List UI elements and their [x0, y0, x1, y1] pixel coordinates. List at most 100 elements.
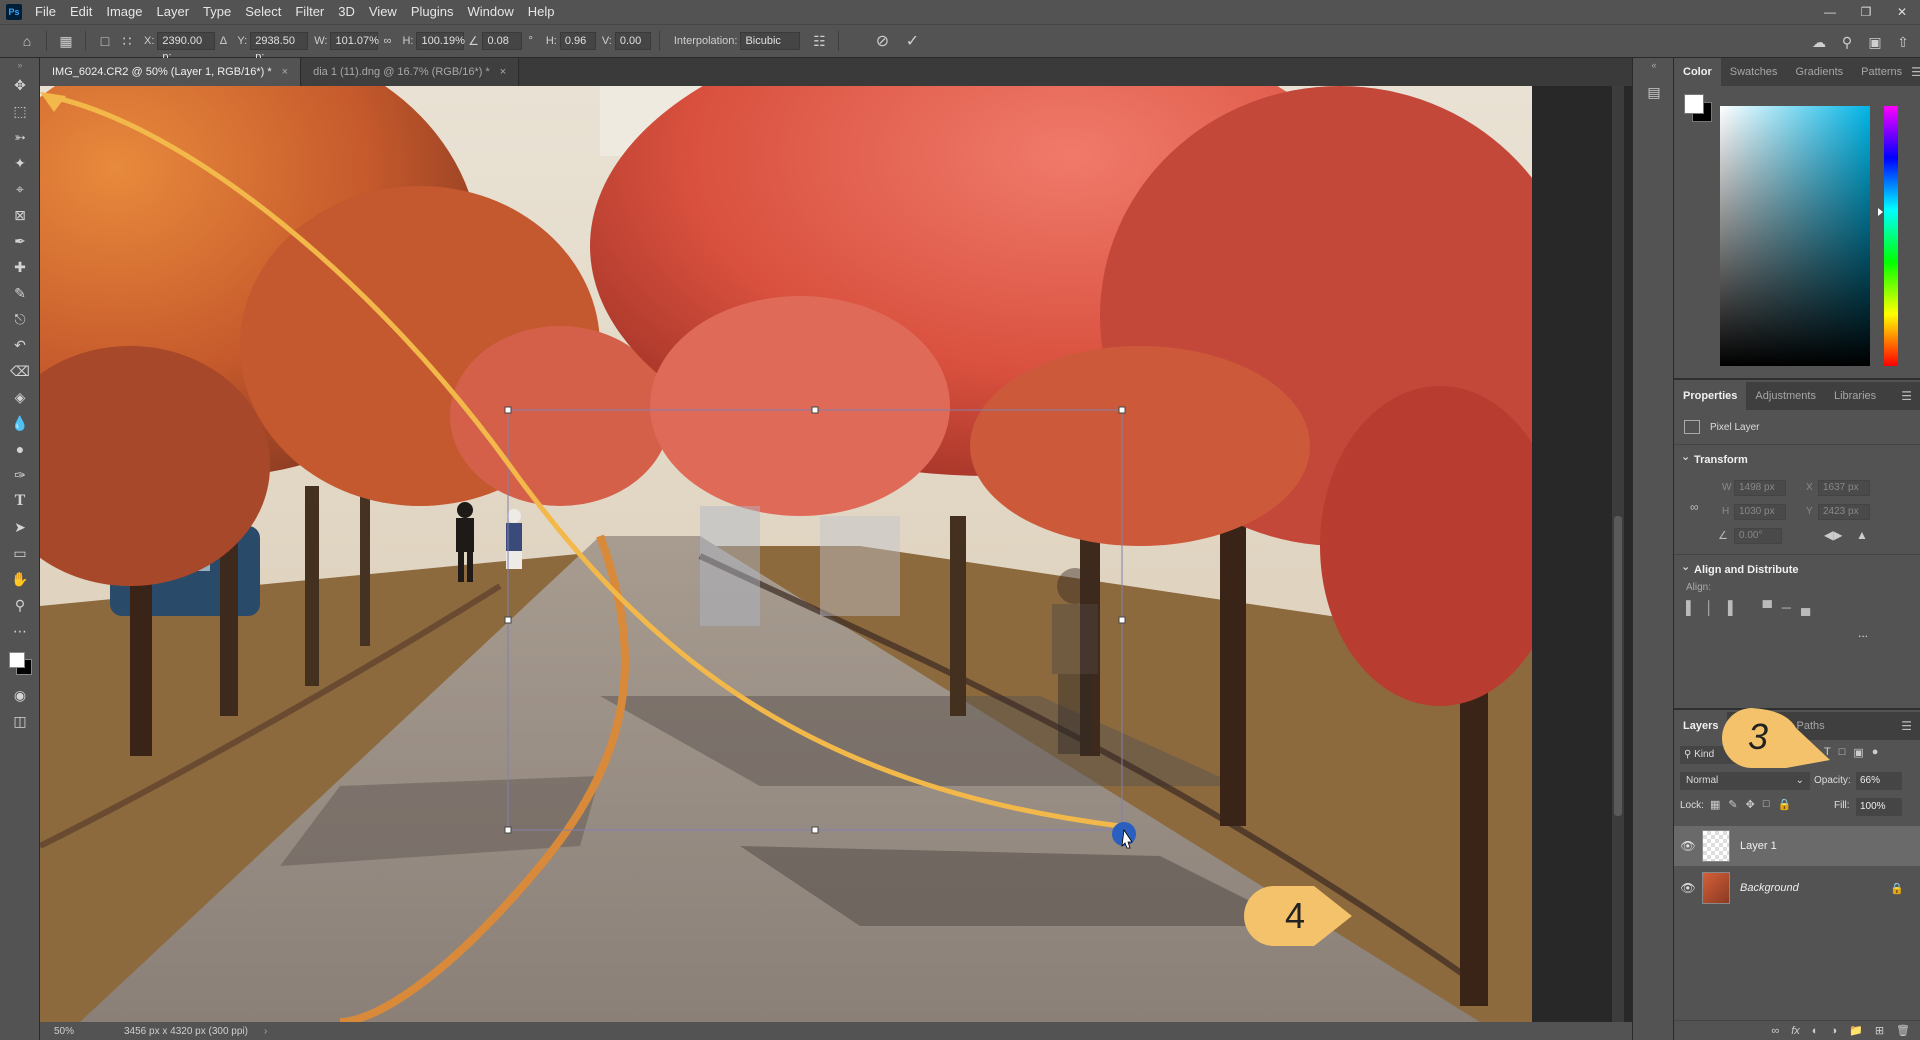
- scrollbar-thumb[interactable]: [1614, 516, 1622, 816]
- home-icon[interactable]: ⌂: [16, 30, 38, 52]
- share-icon[interactable]: ⇧: [1892, 31, 1914, 53]
- lock-all-icon[interactable]: 🔒: [1778, 798, 1792, 811]
- close-icon[interactable]: ✕: [1884, 0, 1920, 24]
- pen-tool-icon[interactable]: ✑: [0, 462, 40, 488]
- tab-adjustments[interactable]: Adjustments: [1746, 382, 1825, 410]
- color-swatches[interactable]: [0, 644, 40, 682]
- interpolation-select[interactable]: Bicubic: [740, 32, 801, 50]
- panel-menu-icon[interactable]: ☰: [1911, 65, 1920, 79]
- menu-view[interactable]: View: [362, 0, 404, 24]
- document-info[interactable]: 3456 px x 4320 px (300 ppi): [124, 1026, 248, 1037]
- transform-section-title[interactable]: Transform: [1674, 450, 1748, 466]
- new-layer-icon[interactable]: ⊞: [1875, 1024, 1884, 1037]
- y-input[interactable]: 2938.50 p:: [250, 32, 309, 63]
- cancel-transform-icon[interactable]: ⊘: [871, 30, 893, 52]
- align-right-icon[interactable]: ▐: [1723, 600, 1732, 615]
- stamp-tool-icon[interactable]: ⎋: [0, 306, 40, 332]
- color-field[interactable]: [1720, 106, 1870, 366]
- panel-menu-icon[interactable]: ☰: [1901, 389, 1912, 403]
- restore-icon[interactable]: ❐: [1848, 0, 1884, 24]
- marquee-tool-icon[interactable]: ⬚: [0, 98, 40, 124]
- tab-libraries[interactable]: Libraries: [1825, 382, 1885, 410]
- link-layers-icon[interactable]: ∞: [1771, 1025, 1779, 1037]
- paint-bucket-tool-icon[interactable]: ◈: [0, 384, 40, 410]
- hskew-input[interactable]: 0.96: [559, 32, 596, 50]
- tab-document-1[interactable]: IMG_6024.CR2 @ 50% (Layer 1, RGB/16*) * …: [40, 58, 302, 86]
- width-input[interactable]: 101.07%: [330, 32, 379, 50]
- tab-swatches[interactable]: Swatches: [1721, 58, 1787, 86]
- layer-row-background[interactable]: 👁 Background 🔒: [1674, 868, 1920, 908]
- flip-horizontal-icon[interactable]: ◀▶: [1824, 528, 1842, 542]
- menu-file[interactable]: File: [28, 0, 63, 24]
- reference-point-icon[interactable]: ∷: [116, 30, 138, 52]
- lock-transparent-icon[interactable]: ▦: [1710, 798, 1720, 811]
- align-center-h-icon[interactable]: │: [1705, 600, 1713, 615]
- close-tab-icon[interactable]: ×: [500, 66, 506, 78]
- dock-collapse-icon[interactable]: «: [1633, 60, 1675, 70]
- close-tab-icon[interactable]: ×: [282, 66, 288, 78]
- adjustment-layer-icon[interactable]: ◑: [1830, 1025, 1837, 1037]
- tab-gradients[interactable]: Gradients: [1786, 58, 1852, 86]
- filter-smart-object-icon[interactable]: ▣: [1853, 746, 1863, 759]
- hand-tool-icon[interactable]: ✋: [0, 566, 40, 592]
- layer-name[interactable]: Background: [1740, 882, 1799, 894]
- align-center-v-icon[interactable]: ─: [1782, 600, 1791, 615]
- fill-input[interactable]: 100%: [1856, 798, 1902, 816]
- zoom-tool-icon[interactable]: ⚲: [0, 592, 40, 618]
- move-tool-icon[interactable]: ✥: [0, 72, 40, 98]
- flip-vertical-icon[interactable]: ▲: [1856, 528, 1868, 542]
- tab-properties[interactable]: Properties: [1674, 382, 1747, 410]
- transform-tool-icon[interactable]: ▦: [55, 30, 77, 52]
- workspace-icon[interactable]: ▣: [1864, 31, 1886, 53]
- more-tools-icon[interactable]: ⋯: [0, 618, 40, 644]
- tab-document-2[interactable]: dia 1 (11).dng @ 16.7% (RGB/16*) * ×: [301, 58, 520, 86]
- menu-layer[interactable]: Layer: [150, 0, 197, 24]
- foreground-color[interactable]: [9, 652, 25, 668]
- quick-mask-icon[interactable]: ◉: [0, 682, 40, 708]
- filter-toggle-icon[interactable]: ●: [1872, 746, 1879, 759]
- menu-image[interactable]: Image: [99, 0, 149, 24]
- angle-input[interactable]: 0.08: [482, 32, 523, 50]
- x-input[interactable]: 2390.00 p:: [157, 32, 216, 63]
- layer-style-icon[interactable]: fx: [1791, 1025, 1800, 1037]
- chevron-right-icon[interactable]: ›: [264, 1026, 267, 1037]
- menu-edit[interactable]: Edit: [63, 0, 99, 24]
- magic-wand-tool-icon[interactable]: ✦: [0, 150, 40, 176]
- height-input[interactable]: 100.19%: [416, 32, 465, 50]
- rectangle-tool-icon[interactable]: ▭: [0, 540, 40, 566]
- layer-name[interactable]: Layer 1: [1740, 840, 1777, 852]
- opacity-input[interactable]: 66%: [1856, 772, 1902, 790]
- cloud-icon[interactable]: ☁: [1808, 31, 1830, 53]
- menu-3d[interactable]: 3D: [331, 0, 362, 24]
- menu-type[interactable]: Type: [196, 0, 238, 24]
- prop-angle-input[interactable]: 0.00°: [1734, 528, 1782, 544]
- history-brush-tool-icon[interactable]: ↶: [0, 332, 40, 358]
- lock-position-icon[interactable]: ✥: [1746, 798, 1755, 811]
- menu-help[interactable]: Help: [521, 0, 562, 24]
- align-bottom-icon[interactable]: ▄: [1801, 600, 1810, 615]
- warp-icon[interactable]: ☷: [808, 30, 830, 52]
- eraser-tool-icon[interactable]: ⌫: [0, 358, 40, 384]
- path-selection-tool-icon[interactable]: ➤: [0, 514, 40, 540]
- healing-brush-tool-icon[interactable]: ✚: [0, 254, 40, 280]
- blur-tool-icon[interactable]: 💧: [0, 410, 40, 436]
- align-section-title[interactable]: Align and Distribute: [1674, 560, 1799, 576]
- prop-h-input[interactable]: 1030 px: [1734, 504, 1786, 520]
- vertical-scrollbar[interactable]: [1612, 86, 1624, 1022]
- link-dimensions-icon[interactable]: ∞: [1690, 500, 1699, 514]
- search-icon[interactable]: ⚲: [1836, 31, 1858, 53]
- eye-icon[interactable]: 👁: [1674, 881, 1702, 895]
- prop-x-input[interactable]: 1637 px: [1818, 480, 1870, 496]
- lock-pixels-icon[interactable]: ✎: [1728, 798, 1737, 811]
- more-options-icon[interactable]: ...: [1858, 626, 1868, 640]
- filter-shape-icon[interactable]: □: [1839, 746, 1846, 759]
- tab-color[interactable]: Color: [1674, 58, 1721, 86]
- menu-select[interactable]: Select: [238, 0, 288, 24]
- brush-tool-icon[interactable]: ✎: [0, 280, 40, 306]
- toolbar-collapse-icon[interactable]: »: [0, 58, 40, 72]
- link-icon[interactable]: ∞: [378, 30, 396, 52]
- color-fg-swatch[interactable]: [1684, 94, 1704, 114]
- new-group-icon[interactable]: 📁: [1849, 1024, 1863, 1037]
- lock-artboard-icon[interactable]: □: [1763, 798, 1770, 811]
- crop-tool-icon[interactable]: ⌖: [0, 176, 40, 202]
